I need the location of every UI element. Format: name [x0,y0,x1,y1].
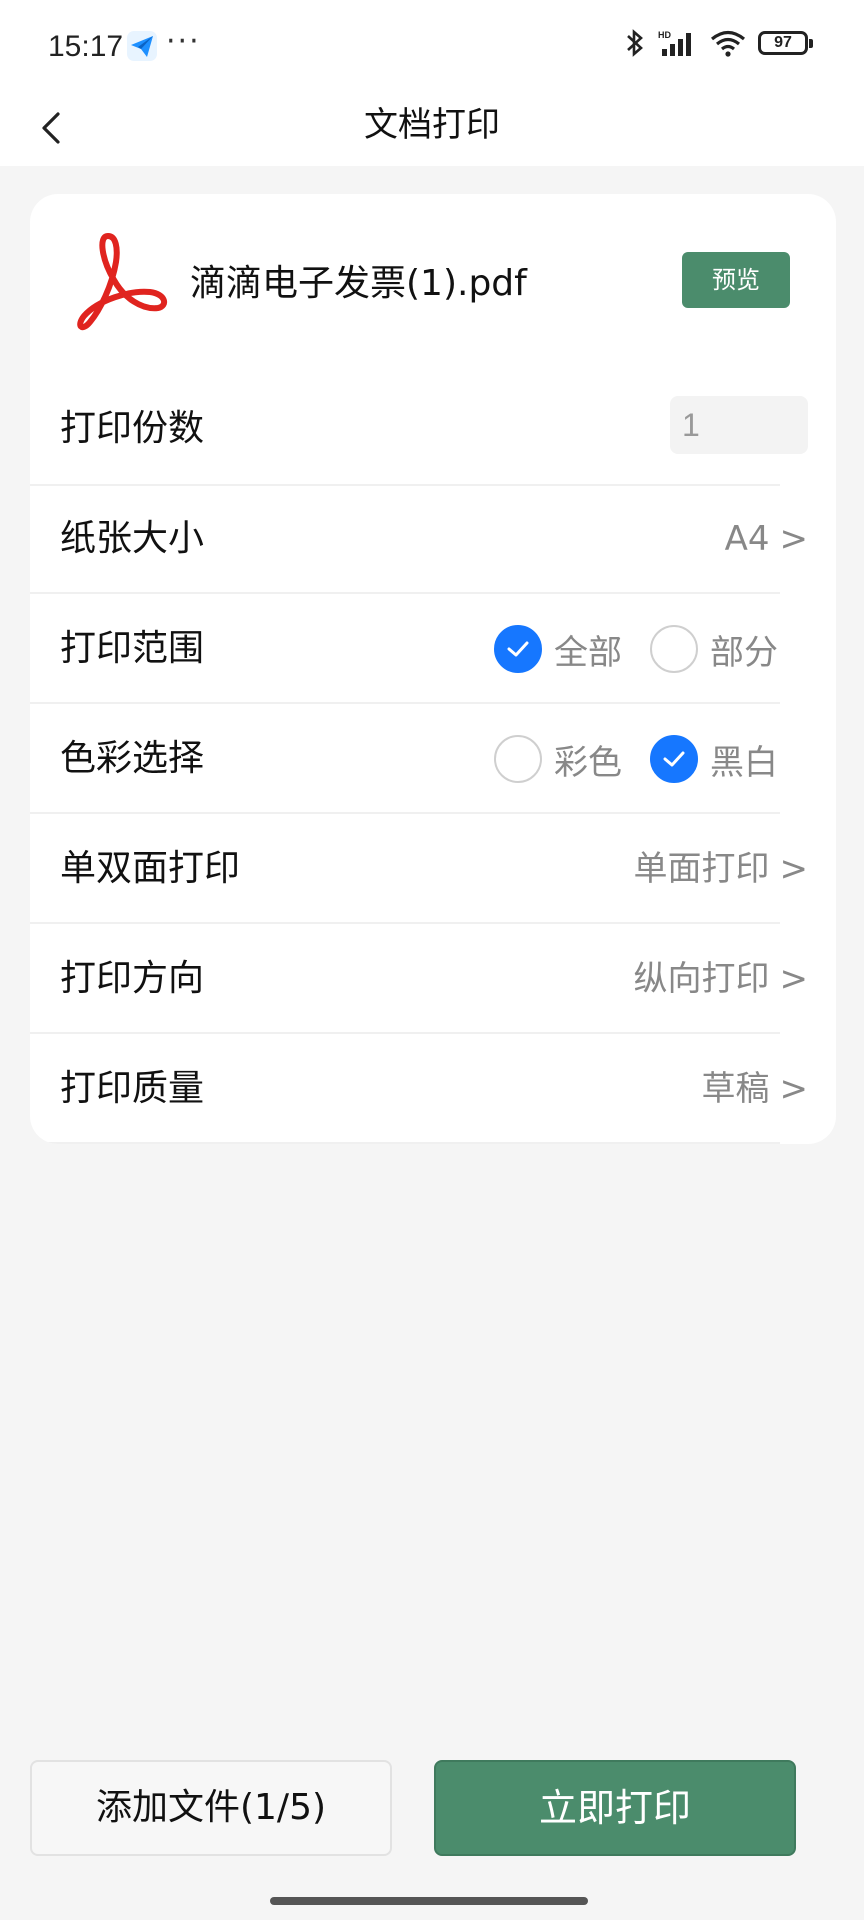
status-icons: HD 97 [624,28,813,58]
status-time: 15:17 [48,30,124,63]
print-range-label: 打印范围 [60,628,205,669]
chevron-right-icon: > [779,1069,809,1109]
quality-text: 草稿 [701,1069,770,1109]
print-settings-card: 滴滴电子发票(1).pdf 预览 打印份数 纸张大小 A4> 打印范围 全部 部… [30,194,836,1144]
paper-size-label: 纸张大小 [60,518,205,559]
orientation-label: 打印方向 [60,958,205,999]
file-name: 滴滴电子发票(1).pdf [190,263,527,304]
quality-label: 打印质量 [60,1068,205,1109]
radio-unchecked-icon[interactable] [650,625,698,673]
paper-size-text: A4 [724,519,770,559]
page-title: 文档打印 [364,105,500,145]
radio-checked-icon[interactable] [494,625,542,673]
more-notifications-icon: ··· [166,24,201,59]
range-option-all-label: 全部 [554,632,622,673]
color-row: 色彩选择 彩色 黑白 [30,704,836,814]
nav-bar: 文档打印 [0,90,864,166]
range-option-all[interactable]: 全部 [494,625,622,674]
color-option-color-label: 彩色 [554,742,622,783]
print-now-button[interactable]: 立即打印 [434,1760,796,1856]
orientation-value[interactable]: 纵向打印 > [634,924,809,1034]
preview-button[interactable]: 预览 [682,252,790,308]
paper-size-row[interactable]: 纸张大小 A4 > [30,484,836,594]
status-bar: 15:17 ··· HD 97 [0,0,864,90]
radio-checked-icon[interactable] [650,735,698,783]
divider [30,1142,780,1144]
svg-text:HD: HD [658,30,671,40]
orientation-text: 纵向打印 [633,959,770,999]
bluetooth-icon [627,29,643,57]
print-range-options: 全部 部分 [466,594,778,704]
battery-icon: 97 [758,31,813,55]
signal-icon: HD [658,30,691,56]
radio-unchecked-icon[interactable] [494,735,542,783]
pdf-file-icon [77,233,168,331]
wifi-icon [710,30,746,57]
duplex-text: 单面打印 [633,849,770,889]
chevron-right-icon: > [779,849,809,889]
paper-size-value[interactable]: A4 > [725,484,808,594]
bottom-action-bar: 添加文件(1/5) 立即打印 [0,1760,864,1860]
quality-row[interactable]: 打印质量 草稿 > [30,1034,836,1144]
color-label: 色彩选择 [60,738,205,779]
color-option-bw-label: 黑白 [710,742,778,783]
chevron-right-icon: > [779,959,809,999]
copies-input[interactable] [670,396,808,454]
range-option-partial[interactable]: 部分 [650,625,778,674]
chevron-right-icon: > [779,519,809,559]
file-row: 滴滴电子发票(1).pdf 预览 [30,194,836,374]
app-notification-icon [127,31,157,61]
print-range-row: 打印范围 全部 部分 [30,594,836,704]
color-option-bw[interactable]: 黑白 [650,735,778,784]
copies-label: 打印份数 [60,408,205,449]
duplex-row[interactable]: 单双面打印 单面打印 > [30,814,836,924]
range-option-partial-label: 部分 [710,632,778,673]
duplex-value[interactable]: 单面打印 > [634,814,809,924]
color-option-color[interactable]: 彩色 [494,735,622,784]
color-options: 彩色 黑白 [466,704,778,814]
duplex-label: 单双面打印 [60,848,241,889]
quality-value[interactable]: 草稿 > [702,1034,809,1144]
add-file-button[interactable]: 添加文件(1/5) [30,1760,392,1856]
home-indicator[interactable] [270,1897,588,1905]
divider [30,484,780,486]
orientation-row[interactable]: 打印方向 纵向打印 > [30,924,836,1034]
